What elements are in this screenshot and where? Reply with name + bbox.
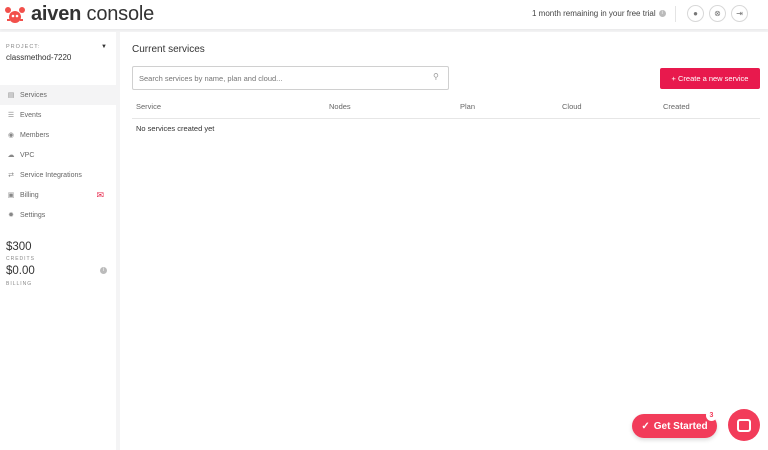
credits-amount: $300 (6, 241, 32, 253)
members-icon: ◉ (7, 132, 15, 139)
column-header-plan[interactable]: Plan (460, 102, 475, 111)
logout-icon: ⇥ (736, 9, 743, 18)
cloud-icon: ☁ (7, 152, 15, 159)
sidebar-nav: ▤ Services ☰ Events ◉ Members ☁ VPC ⇄ Service… (0, 85, 116, 225)
search-input[interactable] (132, 66, 449, 90)
empty-message: No services created yet (136, 124, 215, 133)
check-circle-icon: ✓ (641, 420, 650, 432)
create-service-button[interactable]: + Create a new service (660, 68, 760, 89)
logout-button[interactable]: ⇥ (731, 5, 748, 22)
page-title: Current services (132, 44, 205, 55)
sidebar-item-vpc[interactable]: ☁ VPC (0, 145, 116, 165)
chevron-down-icon[interactable]: ▼ (101, 44, 107, 50)
support-button[interactable]: ⊗ (709, 5, 726, 22)
column-header-cloud[interactable]: Cloud (562, 102, 582, 111)
main-content: Current services ⚲ + Create a new servic… (120, 32, 768, 450)
trial-status: 1 month remaining in your free trial i (532, 9, 666, 18)
sidebar-item-events[interactable]: ☰ Events (0, 105, 116, 125)
sidebar-item-members[interactable]: ◉ Members (0, 125, 116, 145)
chat-button[interactable] (728, 409, 760, 441)
billing-amount: $0.00 (6, 265, 35, 277)
mail-icon: ✉ (96, 189, 104, 200)
chat-icon (737, 418, 751, 432)
divider (132, 118, 760, 119)
integrations-icon: ⇄ (8, 172, 14, 179)
project-label: PROJECT: (6, 44, 41, 50)
services-icon: ▤ (7, 92, 15, 99)
user-button[interactable]: ● (687, 5, 704, 22)
divider (675, 6, 676, 22)
notification-badge: 3 (706, 410, 717, 421)
info-icon[interactable]: i (100, 267, 107, 274)
get-started-button[interactable]: ✓ Get Started (632, 414, 717, 438)
column-header-service[interactable]: Service (136, 102, 161, 111)
gear-icon: ✹ (8, 212, 14, 219)
search-icon: ⚲ (433, 72, 439, 81)
billing-label: BILLING (6, 281, 33, 287)
top-header: aiven console 1 month remaining in your … (0, 0, 768, 29)
user-icon: ● (693, 9, 698, 18)
column-header-nodes[interactable]: Nodes (329, 102, 351, 111)
sidebar-item-services[interactable]: ▤ Services (0, 85, 116, 105)
crab-icon (5, 6, 25, 23)
support-icon: ⊗ (714, 9, 721, 18)
sidebar-item-service-integrations[interactable]: ⇄ Service Integrations (0, 165, 116, 185)
credits-label: CREDITS (6, 256, 35, 262)
sidebar-item-settings[interactable]: ✹ Settings (0, 205, 116, 225)
sidebar-item-billing[interactable]: ▣ Billing ✉ (0, 185, 116, 205)
column-header-created[interactable]: Created (663, 102, 690, 111)
project-name[interactable]: classmethod-7220 (6, 53, 71, 62)
sidebar: PROJECT: classmethod-7220 ▼ ▤ Services ☰ E… (0, 32, 116, 450)
info-icon[interactable]: i (658, 10, 666, 17)
billing-icon: ▣ (7, 192, 15, 199)
events-icon: ☰ (7, 112, 15, 119)
aiven-logo[interactable]: aiven console (4, 3, 154, 26)
